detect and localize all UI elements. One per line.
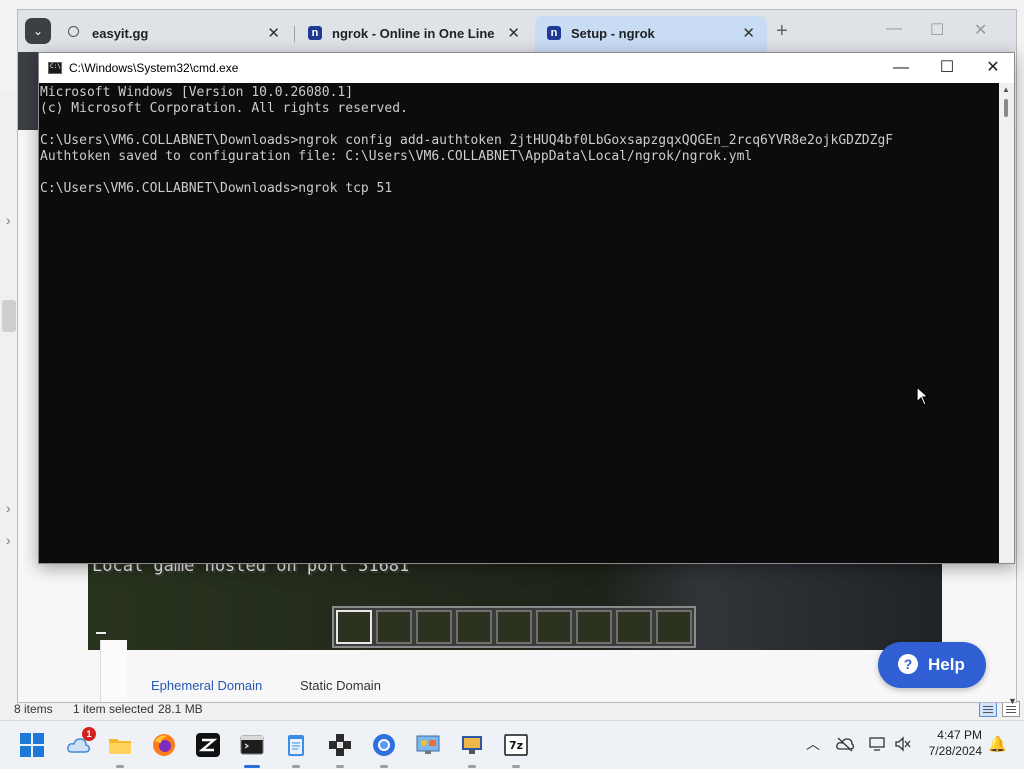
- taskbar-zed[interactable]: [192, 729, 224, 761]
- taskbar-7zip[interactable]: 7z: [500, 729, 532, 768]
- weather-widget[interactable]: 1: [62, 727, 96, 761]
- hotbar-slot: [336, 610, 372, 644]
- cmd-icon: [48, 62, 62, 74]
- tab-easyit[interactable]: easyit.gg ✕: [56, 16, 292, 52]
- clock-date: 7/28/2024: [928, 744, 982, 758]
- cmd-maximize-button[interactable]: ☐: [927, 57, 967, 79]
- chat-cursor: [96, 632, 106, 634]
- close-icon[interactable]: ✕: [507, 24, 520, 42]
- explorer-scrollbar-thumb[interactable]: [2, 300, 16, 332]
- notification-badge: 1: [82, 727, 96, 741]
- svg-text:7z: 7z: [509, 739, 523, 752]
- zed-icon: [196, 733, 220, 757]
- explorer-status-bar: 8 items 1 item selected 28.1 MB: [0, 700, 1024, 720]
- cmd-close-button[interactable]: ✕: [973, 57, 1013, 79]
- tab-static-domain[interactable]: Static Domain: [300, 678, 381, 693]
- tab-search-button[interactable]: ⌄: [25, 18, 51, 44]
- terminal-icon: [240, 735, 264, 755]
- minimize-button[interactable]: —: [886, 20, 902, 38]
- chevron-right-icon[interactable]: ›: [6, 212, 16, 228]
- cmd-title-bar[interactable]: C:\Windows\System32\cmd.exe — ☐ ✕: [39, 53, 1014, 83]
- status-selected: 1 item selected: [73, 702, 154, 716]
- taskbar-remote-desktop[interactable]: [456, 729, 488, 768]
- taskbar-notepad[interactable]: [280, 729, 312, 768]
- status-size: 28.1 MB: [158, 702, 203, 716]
- tab-setup-ngrok[interactable]: n Setup - ngrok ✕: [535, 16, 767, 52]
- ngrok-icon: n: [308, 26, 322, 40]
- status-item-count: 8 items: [14, 702, 53, 716]
- volume-muted-icon[interactable]: [894, 736, 912, 752]
- console-output: Microsoft Windows [Version 10.0.26080.1]…: [40, 85, 894, 196]
- network-icon[interactable]: [868, 736, 886, 752]
- hotbar-slot: [456, 610, 492, 644]
- notification-bell-icon[interactable]: 🔔: [988, 735, 1007, 753]
- remote-desktop-icon: [462, 736, 482, 754]
- taskbar-chrome[interactable]: [368, 729, 400, 768]
- details-view-button[interactable]: [979, 701, 997, 717]
- hotbar-slot: [416, 610, 452, 644]
- cmd-scrollbar[interactable]: ▲: [999, 83, 1014, 563]
- tab-title: Setup - ngrok: [571, 26, 655, 41]
- cmd-window: C:\Windows\System32\cmd.exe — ☐ ✕ Micros…: [38, 52, 1015, 564]
- new-tab-button[interactable]: +: [776, 20, 788, 43]
- explorer-pane-edge: [100, 640, 127, 702]
- plus-icon: +: [776, 20, 788, 42]
- clock-time: 4:47 PM: [937, 728, 982, 742]
- maximize-button[interactable]: ☐: [930, 20, 944, 40]
- hotbar-slot: [496, 610, 532, 644]
- hotbar-slot: [656, 610, 692, 644]
- ngrok-icon: n: [547, 26, 561, 40]
- minecraft-screenshot: Local game hosted on port 51681: [88, 562, 942, 650]
- chevron-up-icon[interactable]: ︿: [806, 734, 820, 754]
- scrollbar-thumb[interactable]: [1004, 99, 1008, 117]
- help-label: Help: [928, 655, 965, 674]
- game-chat-message: Local game hosted on port 51681: [92, 562, 410, 576]
- tab-ngrok-online[interactable]: n ngrok - Online in One Line ✕: [296, 16, 532, 52]
- hotbar-slot: [376, 610, 412, 644]
- cmd-minimize-button[interactable]: —: [881, 57, 921, 79]
- taskbar-minecraft[interactable]: [324, 729, 356, 768]
- control-panel-icon: [416, 735, 440, 754]
- hotbar-slot: [616, 610, 652, 644]
- minecraft-icon: [329, 734, 351, 756]
- tab-divider: [294, 26, 295, 42]
- chevron-right-icon[interactable]: ›: [6, 500, 16, 516]
- question-icon: ?: [898, 654, 918, 674]
- taskbar-file-explorer[interactable]: [104, 729, 136, 768]
- tab-title: ngrok - Online in One Line: [332, 26, 495, 41]
- hotbar-slot: [576, 610, 612, 644]
- close-window-button[interactable]: ✕: [974, 20, 987, 40]
- hotbar-slot: [536, 610, 572, 644]
- mouse-pointer-icon: [916, 386, 930, 406]
- tab-title: easyit.gg: [92, 26, 149, 41]
- taskbar-terminal[interactable]: [236, 729, 268, 768]
- tab-ephemeral-domain[interactable]: Ephemeral Domain: [151, 678, 262, 693]
- console-area[interactable]: Microsoft Windows [Version 10.0.26080.1]…: [39, 83, 999, 563]
- help-button[interactable]: ? Help: [878, 642, 986, 688]
- taskbar-firefox[interactable]: [148, 729, 180, 761]
- tab-strip: ⌄ easyit.gg ✕ n ngrok - Online in One Li…: [18, 10, 1016, 52]
- globe-icon: [68, 26, 79, 37]
- taskbar-control-panel[interactable]: [412, 729, 444, 761]
- notepad-icon: [288, 735, 304, 756]
- start-button[interactable]: [20, 733, 44, 757]
- folder-icon: [109, 739, 131, 754]
- 7zip-icon: 7z: [504, 734, 528, 756]
- system-clock[interactable]: 4:47 PM 7/28/2024: [916, 727, 982, 759]
- page-scroll-down-arrow[interactable]: ▼: [1008, 696, 1017, 706]
- onedrive-offline-icon[interactable]: [836, 736, 854, 752]
- firefox-icon: [153, 734, 175, 756]
- scroll-up-arrow[interactable]: ▲: [1002, 85, 1010, 94]
- cmd-window-title: C:\Windows\System32\cmd.exe: [69, 61, 239, 75]
- chevron-right-icon[interactable]: ›: [6, 532, 16, 548]
- chevron-down-icon: ⌄: [32, 24, 44, 38]
- game-hotbar: [332, 606, 696, 648]
- chrome-icon: [373, 734, 395, 756]
- close-icon[interactable]: ✕: [267, 24, 280, 42]
- close-icon[interactable]: ✕: [742, 24, 755, 42]
